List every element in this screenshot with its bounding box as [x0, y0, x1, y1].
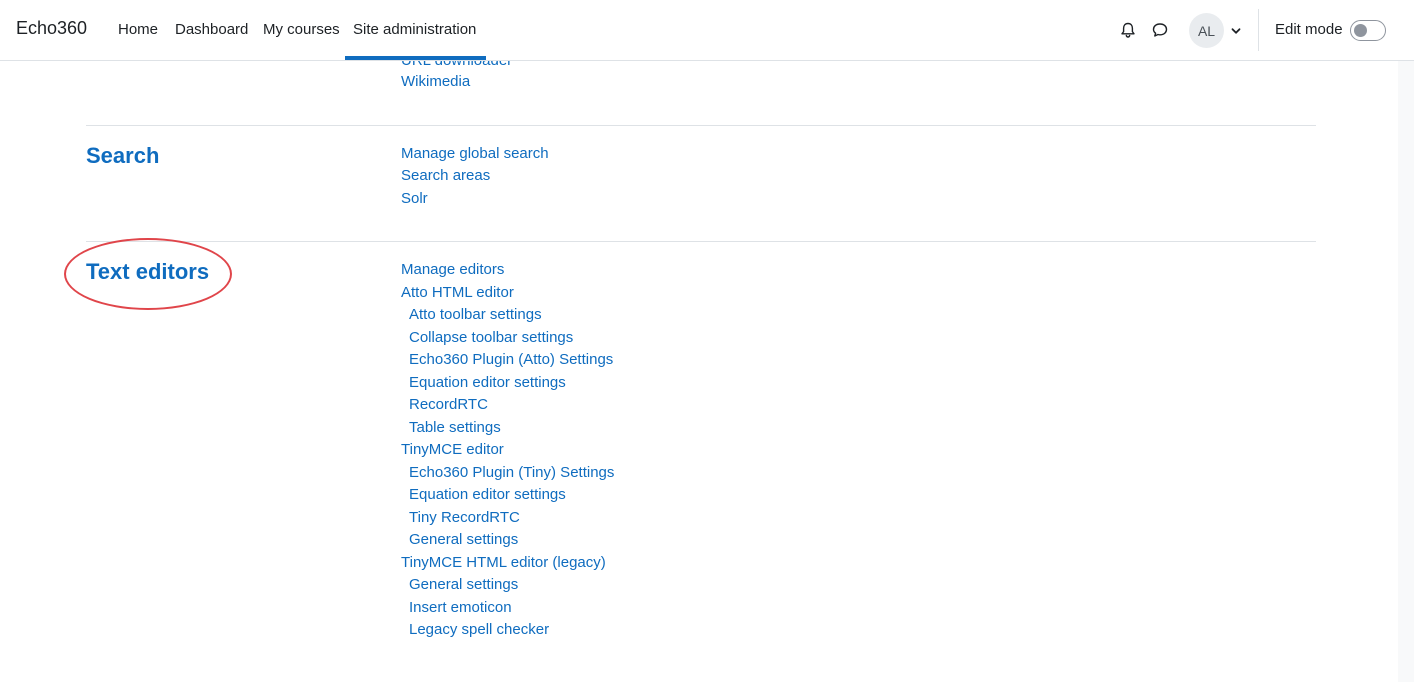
link-tiny-recordrtc[interactable]: Tiny RecordRTC — [409, 509, 520, 527]
section-heading-search[interactable]: Search — [86, 143, 159, 169]
nav-home[interactable]: Home — [118, 21, 158, 38]
link-manage-editors[interactable]: Manage editors — [401, 261, 504, 279]
link-solr[interactable]: Solr — [401, 190, 428, 208]
nav-site-administration[interactable]: Site administration — [353, 21, 476, 38]
nav-my-courses[interactable]: My courses — [263, 21, 340, 38]
link-atto-toolbar-settings[interactable]: Atto toolbar settings — [409, 306, 542, 324]
link-echo360-plugin-atto-settings[interactable]: Echo360 Plugin (Atto) Settings — [409, 351, 613, 369]
edit-mode-toggle[interactable] — [1350, 20, 1386, 41]
section-heading-text-editors[interactable]: Text editors — [86, 259, 209, 285]
link-insert-emoticon[interactable]: Insert emoticon — [409, 599, 512, 617]
link-collapse-toolbar-settings[interactable]: Collapse toolbar settings — [409, 329, 573, 347]
link-atto-html-editor[interactable]: Atto HTML editor — [401, 284, 514, 302]
link-tinymce-editor[interactable]: TinyMCE editor — [401, 441, 504, 459]
link-legacy-spell-checker[interactable]: Legacy spell checker — [409, 621, 549, 639]
user-avatar[interactable]: AL — [1189, 13, 1224, 48]
link-wikimedia[interactable]: Wikimedia — [401, 73, 470, 91]
nav-dashboard[interactable]: Dashboard — [175, 21, 248, 38]
bell-icon[interactable] — [1119, 21, 1137, 39]
page-scrollbar[interactable] — [1398, 61, 1414, 682]
section-divider — [86, 241, 1316, 242]
chevron-down-icon[interactable] — [1230, 24, 1242, 36]
link-manage-global-search[interactable]: Manage global search — [401, 145, 549, 163]
main-content: URL downloader Wikimedia Search Manage g… — [0, 0, 1398, 682]
chat-bubble-icon[interactable] — [1151, 21, 1169, 39]
nav-active-indicator — [345, 56, 486, 60]
link-recordrtc[interactable]: RecordRTC — [409, 396, 488, 414]
link-tiny-equation-editor-settings[interactable]: Equation editor settings — [409, 486, 566, 504]
link-table-settings[interactable]: Table settings — [409, 419, 501, 437]
link-tinymce-html-editor-legacy[interactable]: TinyMCE HTML editor (legacy) — [401, 554, 606, 572]
site-brand[interactable]: Echo360 — [16, 18, 87, 39]
link-echo360-plugin-tiny-settings[interactable]: Echo360 Plugin (Tiny) Settings — [409, 464, 614, 482]
toggle-knob — [1354, 24, 1367, 37]
navbar-divider — [1258, 9, 1259, 51]
edit-mode-label: Edit mode — [1275, 21, 1343, 38]
section-divider — [86, 125, 1316, 126]
link-search-areas[interactable]: Search areas — [401, 167, 490, 185]
link-atto-equation-editor-settings[interactable]: Equation editor settings — [409, 374, 566, 392]
link-tiny-general-settings[interactable]: General settings — [409, 531, 518, 549]
link-legacy-general-settings[interactable]: General settings — [409, 576, 518, 594]
top-navbar: Echo360 Home Dashboard My courses Site a… — [0, 0, 1414, 61]
